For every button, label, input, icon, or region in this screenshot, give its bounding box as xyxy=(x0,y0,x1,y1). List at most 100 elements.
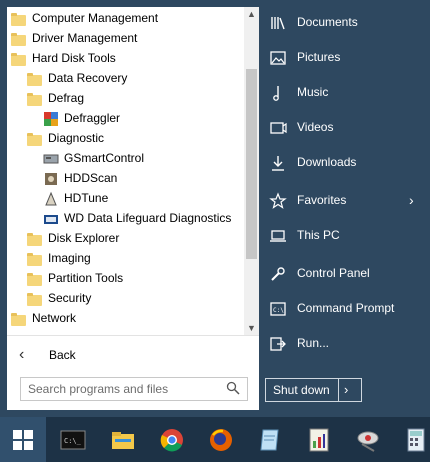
places-label: Command Prompt xyxy=(297,301,395,315)
places-control-panel[interactable]: Control Panel xyxy=(259,256,430,290)
folder-icon xyxy=(11,31,27,46)
tree-item-label: WD Data Lifeguard Diagnostics xyxy=(64,211,232,225)
defraggler-icon xyxy=(43,111,59,126)
start-button[interactable] xyxy=(0,417,46,462)
places-label: Documents xyxy=(297,15,358,29)
taskbar-file-explorer[interactable] xyxy=(109,426,137,454)
places-label: Favorites xyxy=(297,193,347,207)
command-prompt-icon: C:\ xyxy=(269,300,287,318)
hdtune-icon xyxy=(43,191,59,206)
taskbar-firefox[interactable] xyxy=(207,426,235,454)
places-documents[interactable]: Documents xyxy=(259,5,430,39)
tree-item-label: Data Recovery xyxy=(48,71,128,85)
shutdown-label: Shut down xyxy=(273,383,330,397)
tree-item-label: Disk Explorer xyxy=(48,231,120,245)
taskbar-spreadsheet[interactable] xyxy=(305,426,333,454)
places-downloads[interactable]: Downloads xyxy=(259,145,430,179)
chevron-left-icon: ‹ xyxy=(19,346,25,363)
tree-item-label: HDTune xyxy=(64,191,109,205)
folder-icon xyxy=(27,291,43,306)
scroll-down-icon[interactable]: ▼ xyxy=(244,321,259,335)
folder-icon xyxy=(27,91,43,106)
tree-item-label: Imaging xyxy=(48,251,91,265)
places-music[interactable]: Music xyxy=(259,75,430,109)
places-label: Music xyxy=(297,85,329,99)
back-label: Back xyxy=(49,348,76,362)
tree-item-label: Defrag xyxy=(48,91,85,105)
videos-icon xyxy=(269,119,287,137)
search-icon[interactable] xyxy=(226,381,240,395)
tree-item-label: Partition Tools xyxy=(48,271,124,285)
taskbar-calculator[interactable] xyxy=(402,426,430,454)
folder-icon xyxy=(27,271,43,286)
divider xyxy=(7,335,259,336)
wrench-icon xyxy=(269,265,287,283)
firefox-icon xyxy=(210,429,232,451)
back-button[interactable]: ‹ Back xyxy=(7,340,259,370)
search-box[interactable] xyxy=(20,377,248,401)
tree-item-label: Network xyxy=(32,311,77,325)
file-explorer-icon xyxy=(112,432,134,449)
svg-text:C:\: C:\ xyxy=(273,307,284,314)
pictures-icon xyxy=(269,49,287,67)
taskbar-disk-tool[interactable] xyxy=(354,426,382,454)
places-label: Downloads xyxy=(297,155,357,169)
gsmartcontrol-icon xyxy=(43,151,59,165)
taskbar-notepad[interactable] xyxy=(256,426,284,454)
tree-item-label: Diagnostic xyxy=(48,131,105,145)
windows-start-icon xyxy=(13,430,33,450)
folder-icon xyxy=(11,51,27,66)
chevron-right-icon: › xyxy=(409,192,414,208)
places-label: Videos xyxy=(297,120,334,134)
laptop-icon xyxy=(269,227,287,245)
start-menu: Computer Management Driver Management Ha… xyxy=(0,0,430,417)
tree-item-label: HDDScan xyxy=(64,171,118,185)
places-label: This PC xyxy=(297,228,340,242)
places-label: Pictures xyxy=(297,50,341,64)
search-input[interactable] xyxy=(26,380,210,398)
downloads-icon xyxy=(269,154,287,172)
folder-icon xyxy=(27,71,43,86)
music-icon xyxy=(269,84,287,102)
tree-scrollbar[interactable]: ▲ ▼ xyxy=(244,7,259,335)
wd-lifeguard-icon xyxy=(43,211,59,225)
folder-icon xyxy=(27,231,43,246)
folder-icon xyxy=(27,131,43,146)
shutdown-button[interactable]: Shut down › xyxy=(265,378,362,402)
places-panel: Documents Pictures Music Videos Download… xyxy=(259,0,430,417)
tree-item-label: Defraggler xyxy=(64,111,121,125)
tree-item-label: Driver Management xyxy=(32,31,138,45)
program-tree: Computer Management Driver Management Ha… xyxy=(7,7,244,335)
places-label: Control Panel xyxy=(297,266,370,280)
command-prompt-icon: C:\_ xyxy=(60,430,86,450)
places-videos[interactable]: Videos xyxy=(259,110,430,144)
places-this-pc[interactable]: This PC xyxy=(259,218,430,252)
tree-item-label: GSmartControl xyxy=(64,151,145,165)
shutdown-options-icon[interactable]: › xyxy=(344,379,348,401)
tree-item-label: Computer Management xyxy=(32,11,159,25)
places-label: Run... xyxy=(297,336,330,350)
places-command-prompt[interactable]: C:\ Command Prompt xyxy=(259,291,430,325)
scroll-up-icon[interactable]: ▲ xyxy=(244,7,259,21)
star-icon xyxy=(269,192,287,210)
taskbar-chrome[interactable] xyxy=(158,426,186,454)
programs-panel: Computer Management Driver Management Ha… xyxy=(7,7,259,410)
shutdown-separator xyxy=(338,379,339,401)
svg-text:C:\_: C:\_ xyxy=(64,437,82,445)
places-pictures[interactable]: Pictures xyxy=(259,40,430,74)
places-favorites[interactable]: Favorites › xyxy=(259,183,430,217)
taskbar-command-prompt[interactable]: C:\_ xyxy=(59,426,87,454)
notepad-icon xyxy=(260,429,279,451)
tree-item-label: Hard Disk Tools xyxy=(32,51,116,65)
disk-tool-icon xyxy=(357,431,379,452)
places-run[interactable]: Run... xyxy=(259,326,430,360)
folder-icon xyxy=(11,11,27,26)
folder-icon xyxy=(27,251,43,266)
folder-icon xyxy=(11,311,27,326)
tree-item-label: Security xyxy=(48,291,92,305)
spreadsheet-icon xyxy=(309,428,329,452)
run-icon xyxy=(269,335,287,353)
taskbar: C:\_ xyxy=(0,417,430,462)
scroll-thumb[interactable] xyxy=(246,69,257,259)
calculator-icon xyxy=(407,428,425,452)
